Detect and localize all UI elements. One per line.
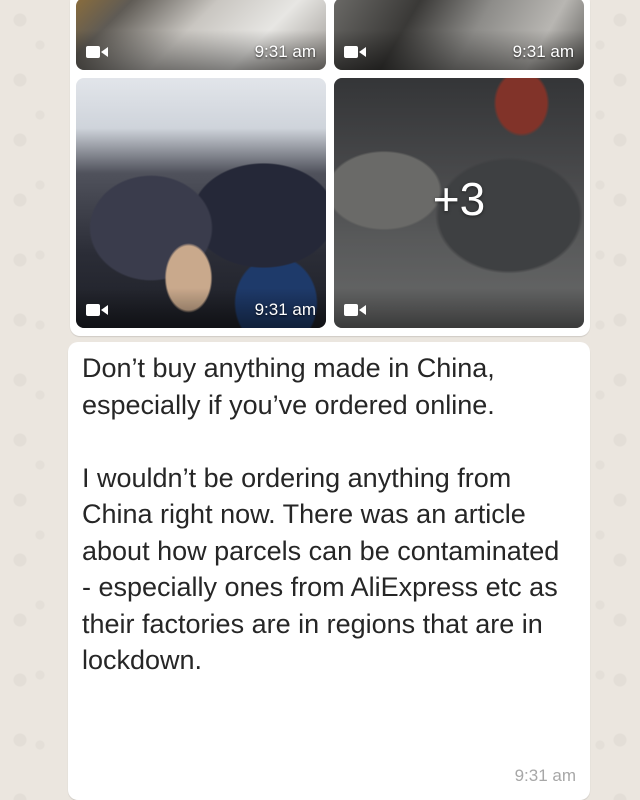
- thumbnail-timestamp: 9:31 am: [512, 42, 574, 61]
- video-thumbnail[interactable]: 9:31 am: [334, 0, 584, 70]
- video-camera-icon: [344, 304, 366, 316]
- message-paragraph: I wouldn’t be ordering anything from Chi…: [82, 462, 560, 676]
- more-media-thumbnail[interactable]: +3: [334, 78, 584, 328]
- thumbnail-shade: [334, 288, 584, 328]
- video-camera-icon: [86, 46, 108, 58]
- video-camera-icon: [86, 304, 108, 316]
- thumbnail-timestamp: 9:31 am: [254, 300, 316, 319]
- message-timestamp: 9:31 am: [514, 766, 576, 785]
- more-media-count: +3: [432, 173, 486, 225]
- message-body: Don’t buy anything made in China, especi…: [82, 350, 572, 679]
- video-camera-icon: [344, 46, 366, 58]
- thumbnail-timestamp: 9:31 am: [254, 42, 316, 61]
- video-thumbnail[interactable]: 9:31 am: [76, 78, 326, 328]
- message-bubble[interactable]: Don’t buy anything made in China, especi…: [68, 342, 590, 800]
- video-thumbnail[interactable]: 9:31 am: [76, 0, 326, 70]
- media-group-card: 9:31 am 9:31 am 9:31 am +3: [70, 0, 590, 336]
- message-paragraph: Don’t buy anything made in China, especi…: [82, 353, 495, 420]
